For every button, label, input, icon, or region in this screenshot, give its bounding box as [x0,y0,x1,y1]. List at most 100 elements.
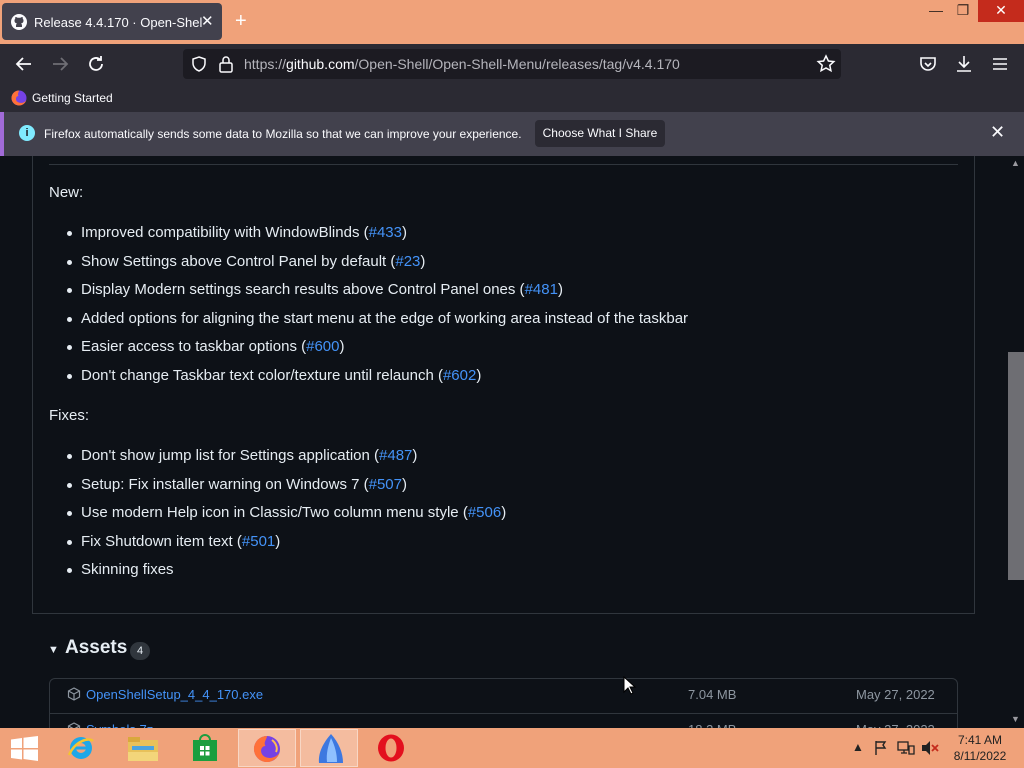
page-scrollbar[interactable]: ▲ ▼ [1008,156,1024,728]
clock-date: 8/11/2022 [953,749,1007,763]
taskbar-open-shell[interactable] [300,729,358,767]
taskbar-file-explorer[interactable] [114,729,172,767]
asset-row: OpenShellSetup_4_4_170.exe 7.04 MB May 27,… [50,679,957,712]
browser-tab-active[interactable]: Release 4.4.170 · Open-Shell/Op ✕ [2,3,222,40]
list-item-suffix: ) [339,338,345,356]
taskbar-store[interactable] [176,729,234,767]
list-item: Use modern Help icon in Classic/Two colu… [49,503,506,532]
scroll-down-icon[interactable]: ▼ [1011,714,1020,724]
tab-title: Release 4.4.170 · Open-Shell/Op [34,15,202,30]
start-button[interactable] [0,729,58,767]
tab-close-icon[interactable]: ✕ [201,12,214,30]
collapse-triangle-icon[interactable]: ▼ [48,644,59,656]
reload-button[interactable] [84,52,108,76]
url-text[interactable]: https://github.com/Open-Shell/Open-Shell… [244,56,680,72]
issue-link[interactable]: #487 [379,447,412,464]
opera-icon [378,734,404,762]
package-icon [67,687,81,701]
list-item: Easier access to taskbar options (#600) [49,337,688,366]
app-menu-button[interactable] [988,52,1012,76]
issue-link[interactable]: #23 [395,253,420,270]
action-center-flag-icon[interactable] [873,740,889,756]
list-item-text: Skinning fixes [81,561,174,579]
scrollbar-thumb[interactable] [1008,352,1024,580]
issue-link[interactable]: #481 [525,281,558,298]
downloads-button[interactable] [952,52,976,76]
list-item: Setup: Fix installer warning on Windows … [49,475,506,504]
fixes-list: Don't show jump list for Settings applic… [49,446,506,589]
firefox-icon [11,90,27,106]
taskbar-firefox[interactable] [238,729,296,767]
bookmarks-toolbar: Getting Started [0,84,1024,112]
list-item-text: Don't show jump list for Settings applic… [81,447,380,464]
show-hidden-icons-chevron-icon[interactable]: ▲ [852,740,864,754]
list-item: Don't change Taskbar text color/texture … [49,366,688,395]
list-item: Show Settings above Control Panel by def… [49,252,688,281]
windows-logo-icon [11,736,38,761]
network-icon[interactable] [897,740,915,756]
download-icon [957,56,971,72]
list-item-suffix: ) [501,504,507,522]
mouse-cursor-icon [623,676,637,695]
lock-icon[interactable] [218,55,234,73]
list-item-text: Setup: Fix installer warning on Windows … [81,475,369,493]
back-arrow-icon [15,57,31,71]
open-shell-icon [318,734,343,763]
issue-link[interactable]: #507 [369,476,402,493]
asset-date: May 27, 2022 [856,687,935,702]
issue-link[interactable]: #600 [306,338,339,355]
list-item: Improved compatibility with WindowBlinds… [49,223,688,252]
volume-muted-icon[interactable] [921,740,939,756]
address-bar[interactable]: https://github.com/Open-Shell/Open-Shell… [183,49,841,79]
bookmark-star-icon[interactable] [816,54,836,74]
list-item-suffix: ) [402,475,407,493]
back-button[interactable] [12,52,36,76]
list-item-suffix: ) [557,281,563,299]
list-item-suffix: ) [401,224,407,241]
choose-what-i-share-button[interactable]: Choose What I Share [535,120,665,147]
forward-arrow-icon [53,57,69,71]
issue-link[interactable]: #501 [242,533,275,550]
list-item-text: Don't change Taskbar text color/texture … [81,366,443,384]
asset-download-link[interactable]: OpenShellSetup_4_4_170.exe [86,687,263,702]
reload-icon [89,56,103,71]
system-clock[interactable]: 7:41 AM 8/11/2022 [948,732,1012,764]
divider [49,164,958,165]
list-item-suffix: ) [476,366,482,384]
new-tab-button[interactable]: + [235,10,247,32]
issue-link[interactable]: #506 [468,504,501,521]
restore-button[interactable]: ❐ [948,0,978,22]
file-explorer-icon [128,737,158,761]
issue-link[interactable]: #602 [443,367,476,384]
new-heading: New: [49,184,84,201]
asset-row: Symbols.7z18.3 MBMay 27, 2022 [50,713,957,728]
list-item-text: Easier access to taskbar options ( [81,338,307,356]
list-item-suffix: ) [420,252,426,270]
minimize-button[interactable]: — [921,0,951,22]
page-content: New: Improved compatibility with WindowB… [0,156,1008,728]
windows-taskbar: ▲ 7:41 AM 8/11/2022 [0,728,1024,768]
info-icon: i [19,125,35,141]
pocket-icon [920,57,936,71]
list-item-text: Display Modern settings search results a… [81,281,525,299]
assets-list: OpenShellSetup_4_4_170.exe 7.04 MB May 27,… [49,678,958,728]
windows-store-icon [193,734,217,761]
notification-message: Firefox automatically sends some data to… [44,127,522,141]
scroll-up-icon[interactable]: ▲ [1011,158,1020,168]
list-item-text: Fix Shutdown item text ( [81,532,242,550]
list-item: Fix Shutdown item text (#501) [49,532,506,561]
pocket-button[interactable] [916,52,940,76]
browser-titlebar: Release 4.4.170 · Open-Shell/Op ✕ + — ❐ … [0,0,1024,44]
tracking-protection-shield-icon[interactable] [190,55,208,73]
bookmark-label: Getting Started [32,91,113,105]
list-item-suffix: ) [412,447,418,464]
notification-close-icon[interactable]: ✕ [990,122,1005,143]
taskbar-opera[interactable] [362,729,420,767]
forward-button[interactable] [48,52,72,76]
taskbar-internet-explorer[interactable] [52,729,110,767]
issue-link[interactable]: #433 [369,224,402,241]
navigation-toolbar: https://github.com/Open-Shell/Open-Shell… [0,44,1024,84]
list-item-text: Use modern Help icon in Classic/Two colu… [81,504,468,522]
close-window-button[interactable]: ✕ [978,0,1024,22]
assets-title: Assets [65,637,128,658]
